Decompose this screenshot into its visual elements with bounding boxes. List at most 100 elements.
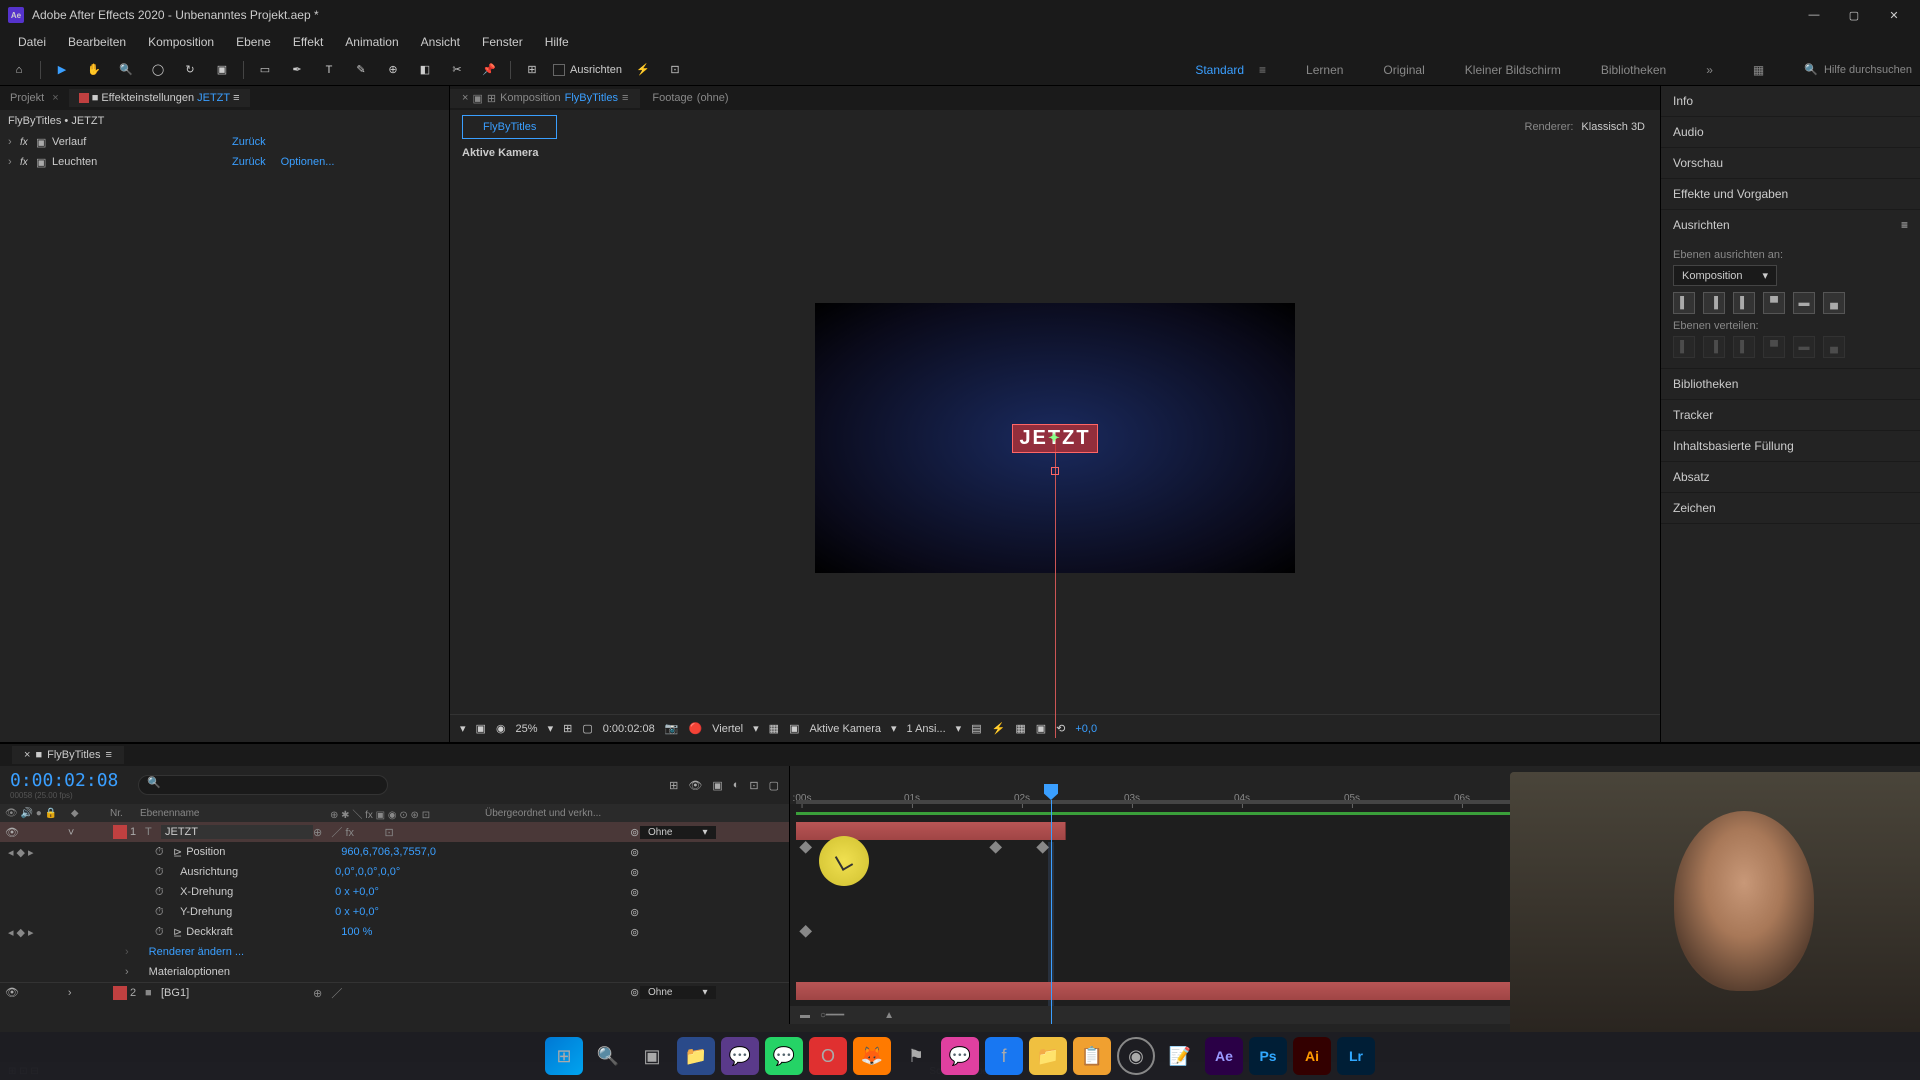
rotate-tool-icon[interactable]: ↻ <box>179 59 201 81</box>
brush-tool-icon[interactable]: ✎ <box>350 59 372 81</box>
eraser-tool-icon[interactable]: ◧ <box>414 59 436 81</box>
tab-komposition[interactable]: ×▣⊞ Komposition FlyByTitles ≡ <box>450 89 640 108</box>
after-effects-icon[interactable]: Ae <box>1205 1037 1243 1075</box>
whatsapp-icon[interactable]: 💬 <box>765 1037 803 1075</box>
timeline-icon[interactable]: ▦ <box>1015 722 1025 735</box>
zoom-tool-icon[interactable]: 🔍 <box>115 59 137 81</box>
stopwatch-icon[interactable]: ⏱ <box>155 886 169 899</box>
layer-name[interactable]: JETZT <box>161 825 313 839</box>
menu-fenster[interactable]: Fenster <box>472 32 533 52</box>
pickwhip-icon[interactable]: ⊚ <box>630 826 639 839</box>
expression-icon[interactable]: ⊚ <box>630 906 639 919</box>
text-layer-jetzt[interactable]: JETZT ✦ <box>1012 424 1097 453</box>
effect-verlauf[interactable]: ›fx▣ Verlauf Zurück <box>0 132 449 152</box>
expression-icon[interactable]: ⊚ <box>630 926 639 939</box>
viewer-timecode[interactable]: 0:00:02:08 <box>603 723 655 735</box>
expression-icon[interactable]: ⊚ <box>630 866 639 879</box>
panel-info[interactable]: Info <box>1661 86 1920 116</box>
stopwatch-icon[interactable]: ⏱ <box>155 926 169 939</box>
camera-tool-icon[interactable]: ▣ <box>211 59 233 81</box>
zoom-dropdown[interactable]: 25% <box>516 723 538 735</box>
workspace-menu-icon[interactable]: ≡ <box>1259 63 1266 77</box>
shape-tool-icon[interactable]: ▭ <box>254 59 276 81</box>
selection-tool-icon[interactable]: ▶ <box>51 59 73 81</box>
renderer-value[interactable]: Klassisch 3D <box>1581 121 1645 133</box>
snap-checkbox[interactable]: Ausrichten <box>553 64 622 76</box>
tl-render-icon[interactable]: ▢ <box>769 779 779 792</box>
resolution-icon[interactable]: ⊞ <box>563 722 572 735</box>
pixel-aspect-icon[interactable]: ▤ <box>971 722 981 735</box>
quality-dropdown[interactable]: Viertel <box>712 723 743 735</box>
tl-shy-icon[interactable]: 👁 <box>688 779 702 792</box>
align-bottom-icon[interactable]: ▄ <box>1823 292 1845 314</box>
3d-icon[interactable]: ▣ <box>789 722 799 735</box>
local-axis-icon[interactable]: ⊞ <box>521 59 543 81</box>
material-options[interactable]: › Materialoptionen <box>0 962 789 982</box>
panel-effekte[interactable]: Effekte und Vorgaben <box>1661 179 1920 209</box>
photoshop-icon[interactable]: Ps <box>1249 1037 1287 1075</box>
menu-ebene[interactable]: Ebene <box>226 32 281 52</box>
keyframe[interactable] <box>799 925 812 938</box>
search-input[interactable]: Hilfe durchsuchen <box>1824 64 1912 76</box>
workspace-lernen[interactable]: Lernen <box>1306 63 1343 77</box>
layer-name-2[interactable]: [BG1] <box>161 987 313 999</box>
prop-ausrichtung[interactable]: ⏱ Ausrichtung 0,0°,0,0°,0,0° ⊚ <box>0 862 789 882</box>
views-dropdown[interactable]: 1 Ansi... <box>907 723 946 735</box>
explorer-icon[interactable]: 📁 <box>677 1037 715 1075</box>
menu-datei[interactable]: Datei <box>8 32 56 52</box>
keyframe[interactable] <box>989 841 1002 854</box>
hand-tool-icon[interactable]: ✋ <box>83 59 105 81</box>
tab-effekteinstellungen[interactable]: ■ Effekteinstellungen JETZT ≡ <box>69 89 250 107</box>
effect-leuchten[interactable]: ›fx▣ Leuchten Zurück Optionen... <box>0 152 449 172</box>
stopwatch-icon[interactable]: ⏱ <box>155 846 169 859</box>
menu-bearbeiten[interactable]: Bearbeiten <box>58 32 136 52</box>
menu-komposition[interactable]: Komposition <box>138 32 224 52</box>
parent-dropdown[interactable]: Ohne▾ <box>640 826 716 839</box>
puppet-tool-icon[interactable]: 📌 <box>478 59 500 81</box>
timeline-layer-1[interactable]: 👁 ˅ 1 T JETZT ⊕ ／ fx ⊡ ⊚ Ohne▾ <box>0 822 789 842</box>
illustrator-icon[interactable]: Ai <box>1293 1037 1331 1075</box>
panel-menu-icon[interactable]: ≡ <box>1901 218 1908 232</box>
align-vcenter-icon[interactable]: ▬ <box>1793 292 1815 314</box>
tl-motion-blur-icon[interactable]: ◐ <box>733 779 740 791</box>
close-button[interactable]: ✕ <box>1884 5 1904 25</box>
menu-ansicht[interactable]: Ansicht <box>411 32 470 52</box>
roi-icon[interactable]: ▢ <box>582 722 592 735</box>
exposure-reset-icon[interactable]: ⟲ <box>1056 722 1065 735</box>
tl-frame-blend-icon[interactable]: ▣ <box>712 779 722 792</box>
notepad-icon[interactable]: 📝 <box>1161 1037 1199 1075</box>
panel-vorschau[interactable]: Vorschau <box>1661 148 1920 178</box>
prop-deckkraft[interactable]: ◂◆▸ ⏱ ⊵ Deckkraft 100 % ⊚ <box>0 922 789 942</box>
timeline-tab[interactable]: ×■ FlyByTitles ≡ <box>12 746 124 764</box>
minimize-button[interactable]: — <box>1804 5 1824 25</box>
teams-icon[interactable]: 💬 <box>721 1037 759 1075</box>
roto-tool-icon[interactable]: ✂ <box>446 59 468 81</box>
prop-position[interactable]: ◂◆▸ ⏱ ⊵ Position 960,6,706,3,7557,0 ⊚ <box>0 842 789 862</box>
workspace-bibliotheken[interactable]: Bibliotheken <box>1601 63 1666 77</box>
prop-x-drehung[interactable]: ⏱ X-Drehung 0 x +0,0° ⊚ <box>0 882 789 902</box>
stopwatch-icon[interactable]: ⏱ <box>155 906 169 919</box>
menu-animation[interactable]: Animation <box>335 32 408 52</box>
tab-footage[interactable]: Footage (ohne) <box>640 89 740 107</box>
parent-dropdown-2[interactable]: Ohne▾ <box>640 986 716 999</box>
timeline-search[interactable]: 🔍 <box>138 775 388 795</box>
keyframe[interactable] <box>799 841 812 854</box>
search-taskbar-icon[interactable]: 🔍 <box>589 1037 627 1075</box>
start-button[interactable]: ⊞ <box>545 1037 583 1075</box>
workspace-overflow-icon[interactable]: » <box>1706 63 1713 77</box>
snapshot-icon[interactable]: 📷 <box>665 722 679 735</box>
pen-tool-icon[interactable]: ✒ <box>286 59 308 81</box>
exposure-value[interactable]: +0,0 <box>1075 723 1097 735</box>
workspace-original[interactable]: Original <box>1383 63 1424 77</box>
workspace-grid-icon[interactable]: ▦ <box>1753 63 1764 77</box>
clone-tool-icon[interactable]: ⊕ <box>382 59 404 81</box>
expression-icon[interactable]: ⊚ <box>630 846 639 859</box>
panel-zeichen[interactable]: Zeichen <box>1661 493 1920 523</box>
menu-effekt[interactable]: Effekt <box>283 32 333 52</box>
messenger-icon[interactable]: 💬 <box>941 1037 979 1075</box>
app-icon-1[interactable]: ⚑ <box>897 1037 935 1075</box>
workspace-standard[interactable]: Standard <box>1195 63 1244 77</box>
mask-icon[interactable]: ◉ <box>496 722 506 735</box>
tl-brainstorm-icon[interactable]: ⊡ <box>749 779 758 792</box>
channel-icon[interactable]: 🔴 <box>688 722 702 735</box>
